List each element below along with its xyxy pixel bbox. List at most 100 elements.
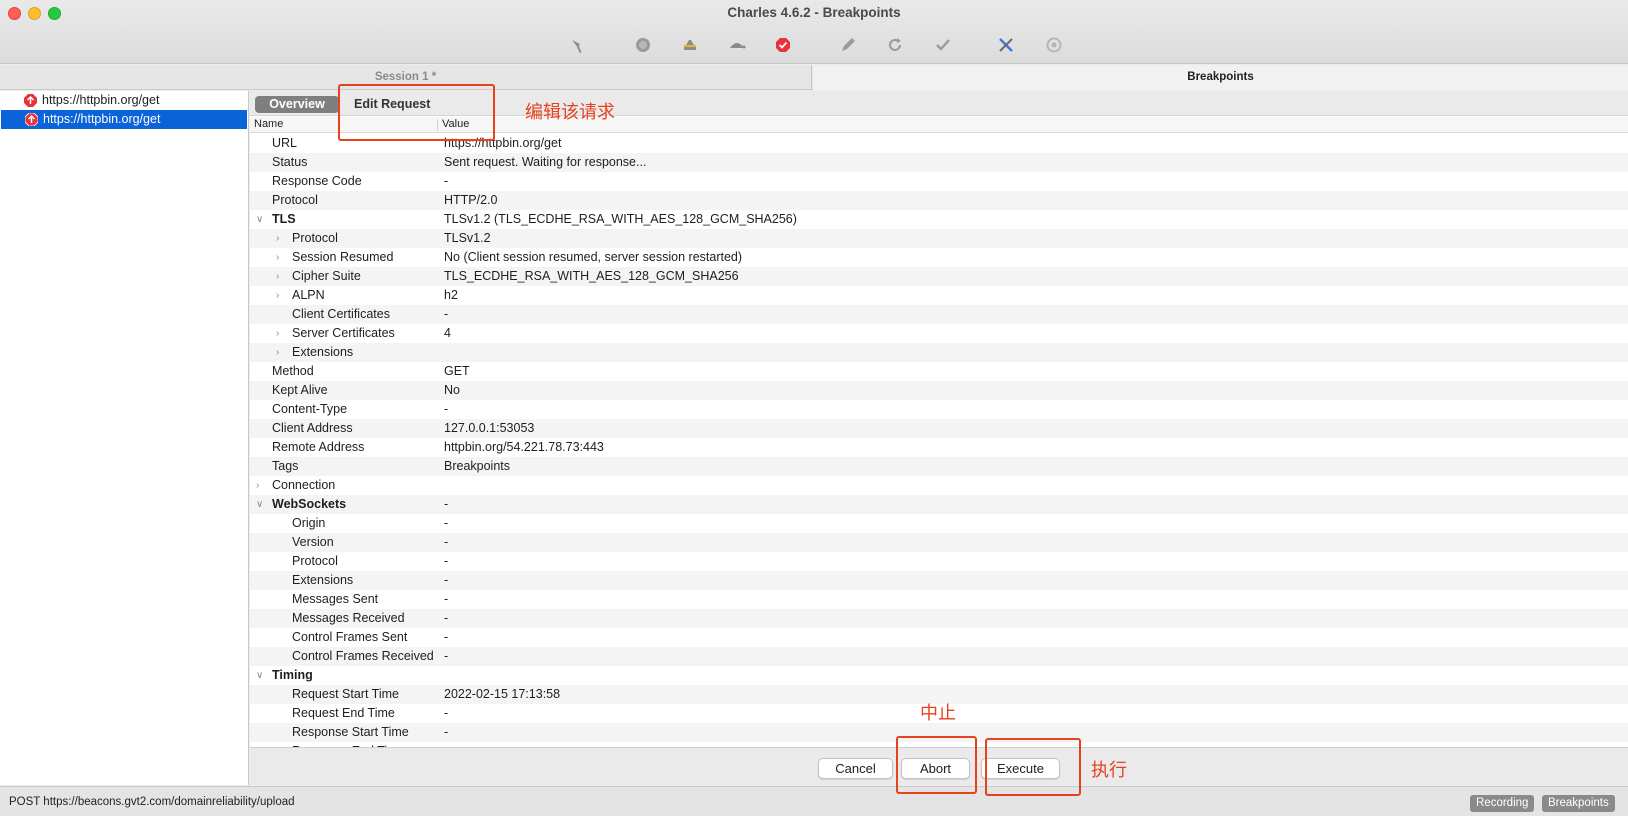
row-value: - (444, 402, 449, 416)
chevron-right-icon[interactable]: › (276, 286, 288, 305)
row-name: Method (272, 364, 314, 378)
table-row[interactable]: Client Address 127.0.0.1:53053 (250, 419, 1628, 438)
check-icon[interactable] (932, 34, 954, 56)
table-row[interactable]: › Session Resumed No (Client session resum… (250, 248, 1628, 267)
row-value: - (444, 725, 449, 739)
table-row[interactable]: › Cipher Suite TLS_ECDHE_RSA_WITH_AES_128_… (250, 267, 1628, 286)
annotation-execute: 执行 (1091, 760, 1127, 781)
row-name: Response Code (272, 174, 362, 188)
chevron-down-icon[interactable]: ∨ (256, 666, 268, 685)
tab-breakpoints[interactable]: Breakpoints (813, 65, 1628, 90)
row-name: WebSockets (272, 497, 347, 511)
table-row[interactable]: Control Frames Received - (250, 647, 1628, 666)
chevron-right-icon[interactable]: › (276, 229, 288, 248)
table-row[interactable]: Extensions - (250, 571, 1628, 590)
chevron-right-icon[interactable]: › (256, 476, 268, 495)
status-bar: POST https://beacons.gvt2.com/domainreli… (0, 786, 1628, 816)
row-name: Remote Address (272, 440, 365, 454)
table-row[interactable]: › Connection (250, 476, 1628, 495)
chevron-down-icon[interactable]: ∨ (256, 210, 268, 229)
row-name: Response Start Time (292, 725, 409, 739)
row-value: - (444, 307, 449, 321)
refresh-icon[interactable] (884, 34, 906, 56)
row-name: Content-Type (272, 402, 348, 416)
row-value: Sent request. Waiting for response... (444, 155, 647, 169)
tab-overview[interactable]: Overview (255, 96, 339, 113)
row-name: Client Certificates (292, 307, 390, 321)
chevron-down-icon[interactable]: ∨ (256, 495, 268, 514)
row-value: - (444, 497, 449, 511)
settings-icon[interactable] (1043, 34, 1065, 56)
cancel-button[interactable]: Cancel (818, 758, 893, 779)
row-name: Protocol (272, 193, 318, 207)
table-row[interactable]: Kept Alive No (250, 381, 1628, 400)
table-row[interactable]: Tags Breakpoints (250, 457, 1628, 476)
throttle-icon[interactable] (679, 34, 701, 56)
row-name: Request Start Time (292, 687, 399, 701)
pen-icon[interactable] (837, 34, 859, 56)
annotation-abort: 中止 (920, 703, 956, 724)
table-row[interactable]: Protocol - (250, 552, 1628, 571)
table-row[interactable]: Origin - (250, 514, 1628, 533)
broom-icon[interactable] (567, 34, 589, 56)
row-value: - (444, 630, 449, 644)
row-value: Breakpoints (444, 459, 511, 473)
table-row[interactable]: Messages Received - (250, 609, 1628, 628)
chevron-right-icon[interactable]: › (276, 324, 288, 343)
annotation-box-edit-request (338, 84, 495, 141)
recording-badge[interactable]: Recording (1470, 795, 1535, 812)
list-item-label: https://httpbin.org/get (42, 93, 160, 107)
breakpoint-icon[interactable] (772, 34, 794, 56)
row-value: - (444, 706, 449, 720)
table-row[interactable]: › Server Certificates 4 (250, 324, 1628, 343)
row-name: URL (272, 136, 298, 150)
chevron-right-icon[interactable]: › (276, 343, 288, 362)
row-name: ALPN (292, 288, 325, 302)
table-row[interactable]: Control Frames Sent - (250, 628, 1628, 647)
list-item[interactable]: https://httpbin.org/get (0, 91, 248, 110)
turtle-icon[interactable] (726, 34, 748, 56)
row-value: GET (444, 364, 470, 378)
row-name: Kept Alive (272, 383, 328, 397)
record-icon[interactable] (632, 34, 654, 56)
column-name-header[interactable]: Name (254, 118, 283, 130)
table-row[interactable]: › ALPN h2 (250, 286, 1628, 305)
tab-bar: Session 1 * Breakpoints (0, 65, 1628, 90)
breakpoints-badge[interactable]: Breakpoints (1542, 795, 1615, 812)
table-row[interactable]: Version - (250, 533, 1628, 552)
table-row[interactable]: ∨ Timing (250, 666, 1628, 685)
row-name: Protocol (292, 231, 338, 245)
chevron-right-icon[interactable]: › (276, 248, 288, 267)
table-row[interactable]: Method GET (250, 362, 1628, 381)
row-name: Messages Received (292, 611, 405, 625)
chevron-right-icon[interactable]: › (276, 267, 288, 286)
table-row[interactable]: ∨ WebSockets - (250, 495, 1628, 514)
row-value: h2 (444, 288, 458, 302)
list-item-selected[interactable]: https://httpbin.org/get (1, 110, 247, 129)
row-value: 127.0.0.1:53053 (444, 421, 535, 435)
row-value: TLS_ECDHE_RSA_WITH_AES_128_GCM_SHA256 (444, 269, 739, 283)
table-row[interactable]: Status Sent request. Waiting for response… (250, 153, 1628, 172)
row-name: Status (272, 155, 308, 169)
tools-icon[interactable] (995, 34, 1017, 56)
table-row[interactable]: Response Code - (250, 172, 1628, 191)
row-value: No (444, 383, 460, 397)
table-row[interactable]: Content-Type - (250, 400, 1628, 419)
table-row[interactable]: Protocol HTTP/2.0 (250, 191, 1628, 210)
row-value: - (444, 573, 449, 587)
table-row[interactable]: Messages Sent - (250, 590, 1628, 609)
breakpoint-icon (24, 112, 39, 127)
table-row[interactable]: ∨ TLS TLSv1.2 (TLS_ECDHE_RSA_WITH_AES_128_… (250, 210, 1628, 229)
table-row[interactable]: Client Certificates - (250, 305, 1628, 324)
table-row[interactable]: › Protocol TLSv1.2 (250, 229, 1628, 248)
row-name: Cipher Suite (292, 269, 361, 283)
row-name: Request End Time (292, 706, 395, 720)
table-row[interactable]: › Extensions (250, 343, 1628, 362)
table-row[interactable]: Remote Address httpbin.org/54.221.78.73:4… (250, 438, 1628, 457)
annotation-box-execute (985, 738, 1081, 796)
row-name: Connection (272, 478, 336, 492)
row-value: TLSv1.2 (444, 231, 491, 245)
row-value: - (444, 649, 449, 663)
row-value: - (444, 174, 449, 188)
row-name: Session Resumed (292, 250, 394, 264)
